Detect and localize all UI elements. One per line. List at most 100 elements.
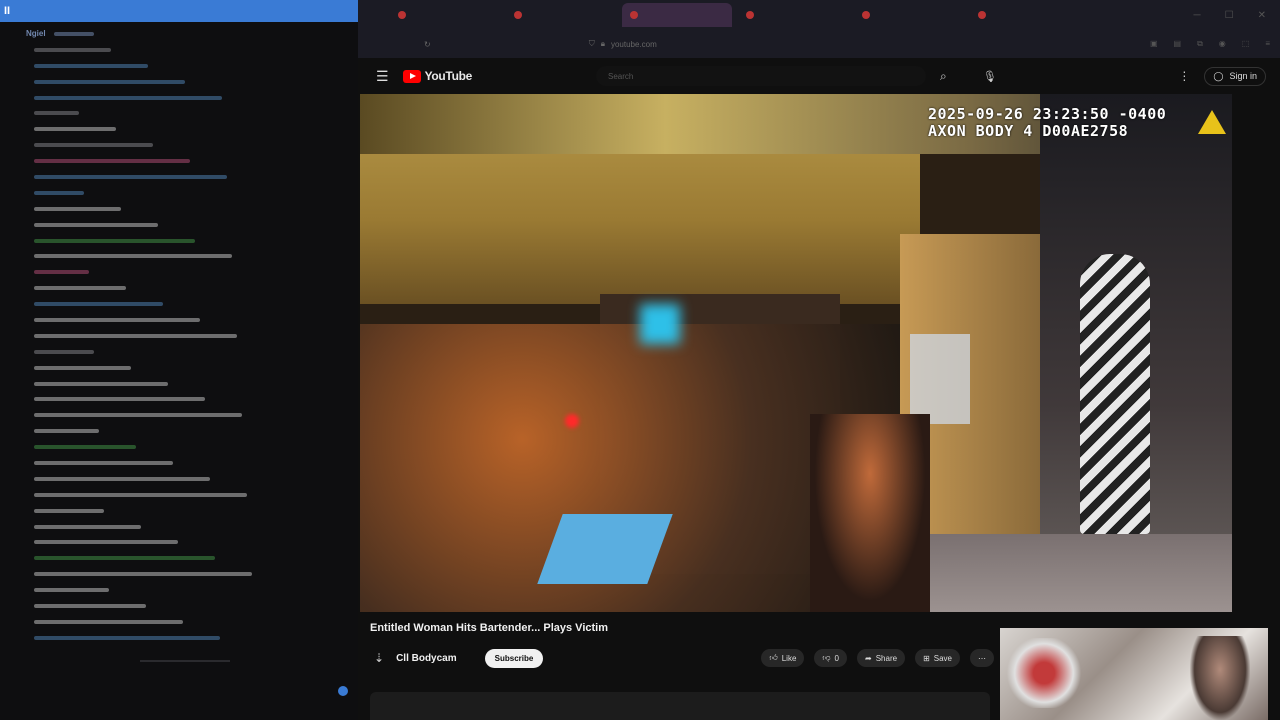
video-scene-floor xyxy=(920,534,1232,612)
sign-in-button[interactable]: ◯ Sign in xyxy=(1204,66,1266,86)
search-icon[interactable]: ⌕ xyxy=(940,69,947,84)
chat-text-blur xyxy=(34,222,158,227)
minimize-icon[interactable]: ─ xyxy=(1194,10,1201,21)
url-text[interactable]: youtube.com xyxy=(611,40,657,49)
chat-topbar[interactable]: II xyxy=(0,0,358,22)
browser-tab[interactable] xyxy=(506,3,616,27)
webcam-scene-person xyxy=(1190,636,1250,720)
chat-message xyxy=(26,423,358,439)
chat-message xyxy=(26,582,358,598)
save-button[interactable]: ⊞ Save xyxy=(915,649,960,667)
chat-panel: II Ngiel xyxy=(0,0,358,720)
video-scene-person xyxy=(810,414,930,612)
chat-text-blur xyxy=(34,508,104,513)
chat-text-blur xyxy=(34,413,242,418)
chat-text-blur xyxy=(34,317,200,322)
chat-message xyxy=(26,217,358,233)
chat-message xyxy=(26,598,358,614)
more-actions-button[interactable]: ⋯ xyxy=(970,649,994,667)
channel-row: ⇣ Cll Bodycam Subscribe 👍︎ Like 👎︎ 0 ➦ S… xyxy=(374,644,994,672)
more-options-icon[interactable]: ⋮ xyxy=(1178,69,1190,83)
share-icon: ➦ xyxy=(865,653,872,663)
chat-message xyxy=(26,169,358,185)
hamburger-menu-icon[interactable]: ☰ xyxy=(376,68,389,85)
browser-tab[interactable] xyxy=(738,3,848,27)
browser-tab[interactable] xyxy=(390,3,500,27)
video-actions: 👍︎ Like 👎︎ 0 ➦ Share ⊞ Save ⋯ xyxy=(761,649,994,667)
close-icon[interactable]: ✕ xyxy=(1258,10,1266,21)
scroll-indicator-icon[interactable] xyxy=(338,686,348,696)
chat-text-blur xyxy=(34,63,148,68)
video-player[interactable]: 2025-09-26 23:23:50 -0400 AXON BODY 4 D0… xyxy=(360,94,1232,612)
bookmark-icon[interactable]: ▤ xyxy=(1174,39,1182,49)
chat-message xyxy=(26,566,358,582)
channel-name[interactable]: Cll Bodycam xyxy=(396,653,457,664)
like-icon: 👍︎ xyxy=(769,653,778,662)
chat-text-blur xyxy=(34,79,185,84)
chat-message xyxy=(26,614,358,630)
tab-favicon-icon xyxy=(862,11,870,19)
pause-icon[interactable]: II xyxy=(4,5,10,17)
dislike-button[interactable]: 👎︎ 0 xyxy=(814,649,847,667)
share-button[interactable]: ➦ Share xyxy=(857,649,906,667)
chat-message xyxy=(26,233,358,249)
chat-text-blur xyxy=(34,476,210,481)
youtube-header: ☰ YouTube Search ⌕ 🎙︎ ⋮ ◯ Sign in xyxy=(358,58,1280,94)
chat-message xyxy=(26,264,358,280)
subscribe-button[interactable]: Subscribe xyxy=(484,648,544,668)
lock-icon[interactable]: 🔒︎ xyxy=(601,39,605,49)
tab-favicon-icon xyxy=(514,11,522,19)
video-scene-red-light xyxy=(565,414,579,428)
save-icon: ⊞ xyxy=(923,653,930,663)
menu-icon[interactable]: ≡ xyxy=(1265,39,1270,49)
tab-strip xyxy=(390,3,1080,27)
search-input[interactable]: Search xyxy=(596,66,927,86)
chat-message xyxy=(26,376,358,392)
url-field[interactable]: ⛉ 🔒︎ youtube.com xyxy=(589,39,657,49)
microphone-icon[interactable]: 🎙︎ xyxy=(983,70,997,83)
search-placeholder: Search xyxy=(608,71,634,81)
maximize-icon[interactable]: ☐ xyxy=(1225,10,1234,21)
browser-tab[interactable] xyxy=(622,3,732,27)
chat-message xyxy=(26,471,358,487)
like-button[interactable]: 👍︎ Like xyxy=(761,649,805,667)
chat-message xyxy=(26,550,358,566)
sidebar-icon[interactable]: ⬚ xyxy=(1242,39,1250,49)
chat-message xyxy=(26,137,358,153)
chat-message-list[interactable]: Ngiel xyxy=(0,22,358,646)
chat-message xyxy=(26,90,358,106)
chat-message xyxy=(26,312,358,328)
extension-icon[interactable]: ▣ xyxy=(1150,39,1158,49)
chat-username[interactable]: Ngiel xyxy=(26,29,46,38)
video-title: Entitled Woman Hits Bartender... Plays V… xyxy=(370,622,608,634)
youtube-logo[interactable]: YouTube xyxy=(402,69,472,83)
chat-text-blur xyxy=(34,556,215,561)
channel-avatar-icon[interactable]: ⇣ xyxy=(374,651,384,665)
shield-icon[interactable]: ⛉ xyxy=(589,39,595,49)
chat-message xyxy=(26,519,358,535)
chat-message xyxy=(26,391,358,407)
browser-tab[interactable] xyxy=(854,3,964,27)
reload-icon[interactable]: ↻ xyxy=(424,40,431,49)
chat-text-blur xyxy=(34,349,94,354)
chat-text-blur xyxy=(34,254,232,259)
chat-message xyxy=(26,74,358,90)
reader-icon[interactable]: ⧉ xyxy=(1197,39,1203,49)
chat-text-blur xyxy=(34,302,163,307)
chat-text-blur xyxy=(34,429,99,434)
chat-text-blur xyxy=(34,95,222,100)
chat-text-blur xyxy=(34,159,190,164)
chat-text-blur xyxy=(34,333,237,338)
video-description[interactable] xyxy=(370,692,990,720)
tab-favicon-icon xyxy=(746,11,754,19)
profile-icon[interactable]: ◉ xyxy=(1219,39,1226,49)
window-controls: ─ ☐ ✕ xyxy=(1194,10,1280,21)
chat-message xyxy=(26,153,358,169)
chat-message xyxy=(26,105,358,121)
chat-text-blur xyxy=(34,111,79,116)
browser-tab[interactable] xyxy=(970,3,1080,27)
chat-text-blur xyxy=(34,143,153,148)
chat-message xyxy=(26,487,358,503)
address-bar: ↻ ⛉ 🔒︎ youtube.com ▣ ▤ ⧉ ◉ ⬚ ≡ xyxy=(358,30,1280,58)
share-label: Share xyxy=(875,653,898,663)
